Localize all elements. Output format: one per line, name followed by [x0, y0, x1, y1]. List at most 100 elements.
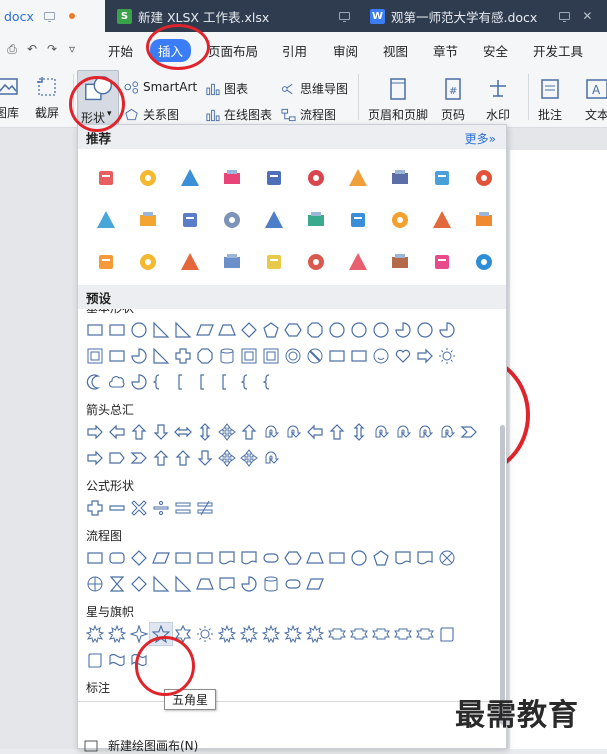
close-icon[interactable]: ✕	[582, 9, 592, 23]
circle-shape-icon[interactable]	[414, 319, 436, 341]
curve-shape-icon[interactable]	[260, 447, 282, 469]
bevel-shape-icon[interactable]	[238, 345, 260, 367]
recommended-shape-icon[interactable]	[421, 199, 463, 241]
pie-shape-icon[interactable]	[128, 345, 150, 367]
recommended-shape-icon[interactable]	[85, 241, 127, 283]
arrL-shape-icon[interactable]	[304, 421, 326, 443]
recommended-shape-icon[interactable]	[253, 241, 295, 283]
heart-shape-icon[interactable]	[392, 345, 414, 367]
pie-shape-icon[interactable]	[436, 319, 458, 341]
cross4-shape-icon[interactable]	[238, 447, 260, 469]
undo-icon[interactable]: ↶	[22, 42, 42, 56]
tri-shape-icon[interactable]	[172, 319, 194, 341]
neq-shape-icon[interactable]	[194, 497, 216, 519]
arrUD-shape-icon[interactable]	[348, 421, 370, 443]
tab-xlsx[interactable]: S 新建 XLSX 工作表.xlsx	[107, 0, 353, 32]
burst-shape-icon[interactable]	[84, 623, 106, 645]
cross4-shape-icon[interactable]	[216, 421, 238, 443]
ribbon-shape-icon[interactable]	[370, 623, 392, 645]
para-shape-icon[interactable]	[150, 547, 172, 569]
bevel-shape-icon[interactable]	[84, 345, 106, 367]
menu-chapter[interactable]: 章节	[433, 41, 458, 60]
burst-shape-icon[interactable]	[106, 623, 128, 645]
recommended-shape-icon[interactable]	[463, 241, 505, 283]
curve-shape-icon[interactable]	[414, 421, 436, 443]
plus-shape-icon[interactable]	[84, 497, 106, 519]
arrU-shape-icon[interactable]	[326, 421, 348, 443]
arrU-shape-icon[interactable]	[150, 447, 172, 469]
burst-shape-icon[interactable]	[216, 623, 238, 645]
recommended-shape-icon[interactable]	[169, 199, 211, 241]
page-number-button[interactable]: # 页码	[440, 76, 466, 123]
tri-shape-icon[interactable]	[150, 345, 172, 367]
text-button[interactable]: A 文本	[584, 76, 607, 123]
online-chart-button[interactable]: 在线图表	[205, 106, 272, 123]
dropdown-chevron-icon[interactable]: ▿	[62, 42, 82, 56]
rect-shape-icon[interactable]	[84, 319, 106, 341]
recommended-shape-icon[interactable]	[337, 157, 379, 199]
recommended-shape-icon[interactable]	[337, 199, 379, 241]
doc-shape-icon[interactable]	[392, 547, 414, 569]
recommended-shape-icon[interactable]	[253, 157, 295, 199]
arrR-shape-icon[interactable]	[414, 345, 436, 367]
sun-shape-icon[interactable]	[436, 345, 458, 367]
library-button[interactable]: 图库	[0, 74, 20, 121]
doc-shape-icon[interactable]	[238, 547, 260, 569]
recommended-shape-icon[interactable]	[295, 157, 337, 199]
divide-shape-icon[interactable]	[150, 497, 172, 519]
trap-shape-icon[interactable]	[304, 547, 326, 569]
recommended-shape-icon[interactable]	[295, 241, 337, 283]
term-shape-icon[interactable]	[282, 573, 304, 595]
curve-shape-icon[interactable]	[392, 421, 414, 443]
brace-shape-icon[interactable]	[238, 371, 260, 393]
ribbon-shape-icon[interactable]	[414, 623, 436, 645]
recommended-shape-icon[interactable]	[85, 157, 127, 199]
diamond-shape-icon[interactable]	[128, 547, 150, 569]
menu-home[interactable]: 开始	[108, 41, 133, 60]
ribbon-shape-icon[interactable]	[326, 623, 348, 645]
burst-shape-icon[interactable]	[260, 623, 282, 645]
screenshot-button[interactable]: 截屏	[34, 74, 60, 121]
menu-developer[interactable]: 开发工具	[533, 41, 583, 60]
cross4-shape-icon[interactable]	[216, 447, 238, 469]
rect-shape-icon[interactable]	[106, 319, 128, 341]
term-shape-icon[interactable]	[260, 547, 282, 569]
rect-shape-icon[interactable]	[172, 547, 194, 569]
bracket-shape-icon[interactable]	[216, 371, 238, 393]
recommended-shape-icon[interactable]	[379, 157, 421, 199]
ribbon-shape-icon[interactable]	[348, 623, 370, 645]
trap-shape-icon[interactable]	[194, 573, 216, 595]
menu-review[interactable]: 审阅	[333, 41, 358, 60]
panel-scrollbar[interactable]	[500, 425, 505, 725]
monitor-icon[interactable]	[339, 12, 351, 22]
flowchart-button[interactable]: 流程图	[281, 106, 336, 123]
burst-shape-icon[interactable]	[238, 623, 260, 645]
menu-page-layout[interactable]: 页面布局	[208, 41, 258, 60]
tab-docx-2[interactable]: W 观第一师范大学有感.docx ✕	[360, 0, 607, 32]
circle-shape-icon[interactable]	[348, 319, 370, 341]
recommended-shape-icon[interactable]	[169, 157, 211, 199]
chart-button[interactable]: 图表	[205, 80, 248, 97]
arrU-shape-icon[interactable]	[172, 447, 194, 469]
watermark-button[interactable]: 水印	[485, 76, 511, 123]
circx-shape-icon[interactable]	[436, 547, 458, 569]
bevel-shape-icon[interactable]	[260, 345, 282, 367]
oct-shape-icon[interactable]	[194, 345, 216, 367]
moon-shape-icon[interactable]	[84, 371, 106, 393]
minus-shape-icon[interactable]	[106, 497, 128, 519]
brace-shape-icon[interactable]	[260, 371, 282, 393]
rect-shape-icon[interactable]	[348, 345, 370, 367]
monitor-icon[interactable]	[559, 12, 571, 22]
recommended-shape-icon[interactable]	[421, 157, 463, 199]
recommended-shape-icon[interactable]	[127, 157, 169, 199]
curve-shape-icon[interactable]	[436, 421, 458, 443]
rect-shape-icon[interactable]	[194, 547, 216, 569]
chevron-shape-icon[interactable]	[458, 421, 480, 443]
recommended-shape-icon[interactable]	[211, 157, 253, 199]
burst-shape-icon[interactable]	[304, 623, 326, 645]
rect-shape-icon[interactable]	[326, 345, 348, 367]
recommended-shape-icon[interactable]	[253, 199, 295, 241]
chevron-shape-icon[interactable]	[128, 447, 150, 469]
hex-shape-icon[interactable]	[282, 319, 304, 341]
recommended-shape-icon[interactable]	[379, 241, 421, 283]
